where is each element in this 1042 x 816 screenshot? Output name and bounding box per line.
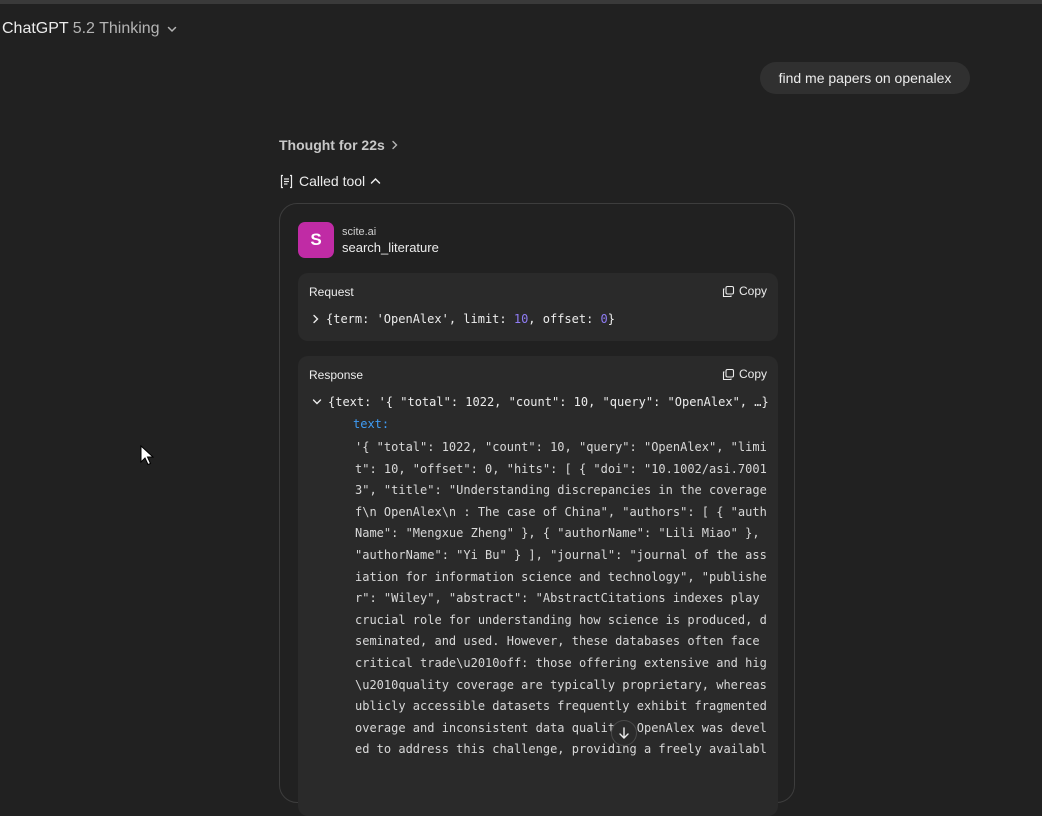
response-text-line: overage and inconsistent data quality. O… (355, 720, 767, 735)
tool-meta: scite.ai search_literature (342, 224, 439, 256)
called-tool-toggle[interactable]: Called tool (279, 171, 381, 191)
chevron-right-icon (392, 140, 398, 150)
response-text-line: f\n OpenAlex\n : The case of China", "au… (355, 504, 767, 519)
model-name: ChatGPT (2, 20, 69, 37)
response-text-key: text: (353, 417, 390, 431)
tool-icon (280, 174, 293, 188)
tool-avatar: S (298, 222, 334, 258)
response-text-line: critical trade\u2010off: those offering … (355, 655, 767, 670)
response-text-line: ed to address this challenge, providing … (355, 742, 767, 757)
request-args-text: {term: 'OpenAlex', limit: 10, offset: 0} (326, 312, 615, 326)
request-panel: Request Copy {term: 'OpenAlex', limit: 1… (298, 273, 778, 341)
request-args-prefix: {term: 'OpenAlex', limit: (326, 312, 514, 326)
response-title: Response (309, 368, 364, 382)
request-args[interactable]: {term: 'OpenAlex', limit: 10, offset: 0} (312, 312, 615, 326)
response-text-line: seminated, and used. However, these data… (355, 634, 767, 649)
copy-icon (722, 368, 735, 380)
response-copy-button[interactable]: Copy (722, 367, 767, 381)
thought-toggle[interactable]: Thought for 22s (279, 136, 399, 154)
response-panel: Response Copy {text: '{ "total": 1022, "… (298, 356, 778, 816)
response-summary[interactable]: {text: '{ "total": 1022, "count": 10, "q… (312, 395, 769, 409)
mouse-cursor-icon (140, 445, 154, 466)
response-text-line: Name": "Mengxue Zheng" }, { "authorName"… (355, 526, 767, 541)
request-offset-value: 0 (600, 312, 608, 326)
request-args-suffix: } (607, 312, 616, 326)
request-args-mid: , offset: (528, 312, 601, 326)
chevron-up-icon (370, 177, 381, 184)
user-message-text: find me papers on openalex (778, 70, 952, 86)
response-text-line: \u2010quality coverage are typically pro… (355, 677, 767, 692)
request-copy-label: Copy (738, 284, 767, 298)
tool-provider: scite.ai (342, 226, 377, 238)
response-text-line: "authorName": "Yi Bu" } ], "journal": "j… (355, 547, 767, 562)
response-text-line: iation for information science and techn… (355, 569, 767, 584)
tool-avatar-letter: S (310, 230, 322, 249)
tool-call-card: S scite.ai search_literature Request Cop… (279, 203, 795, 816)
response-text-block: '{ "total": 1022, "count": 10, "query": … (355, 437, 767, 761)
called-tool-label: Called tool (299, 173, 366, 189)
request-limit-value: 10 (513, 312, 529, 326)
response-text-line: '{ "total": 1022, "count": 10, "query": … (355, 440, 767, 454)
response-text-line: crucial role for understanding how scien… (355, 612, 767, 627)
thought-label: Thought for 22s (279, 137, 385, 153)
model-switcher[interactable]: ChatGPT 5.2 Thinking (2, 19, 178, 39)
response-text-line: t": 10, "offset": 0, "hits": [ { "doi": … (355, 461, 767, 476)
scroll-to-bottom-button[interactable] (611, 720, 637, 746)
model-version: 5.2 Thinking (72, 20, 160, 37)
response-copy-label: Copy (738, 367, 767, 381)
tool-name: search_literature (342, 240, 439, 255)
response-text-line: r": "Wiley", "abstract": "AbstractCitati… (355, 591, 767, 606)
chevron-right-icon (313, 314, 319, 324)
window-top-border (0, 0, 1042, 4)
chevron-down-icon (312, 399, 322, 405)
tool-header: S scite.ai search_literature (298, 222, 439, 258)
copy-icon (722, 285, 735, 297)
request-copy-button[interactable]: Copy (722, 284, 767, 298)
request-title: Request (309, 285, 354, 299)
response-text-line: ublicly accessible datasets frequently e… (355, 699, 767, 714)
user-message-bubble: find me papers on openalex (760, 62, 970, 94)
response-text-line: 3", "title": "Understanding discrepancie… (355, 483, 767, 498)
arrow-down-icon (619, 727, 629, 739)
chevron-down-icon (167, 26, 176, 33)
response-summary-text: {text: '{ "total": 1022, "count": 10, "q… (328, 395, 769, 409)
